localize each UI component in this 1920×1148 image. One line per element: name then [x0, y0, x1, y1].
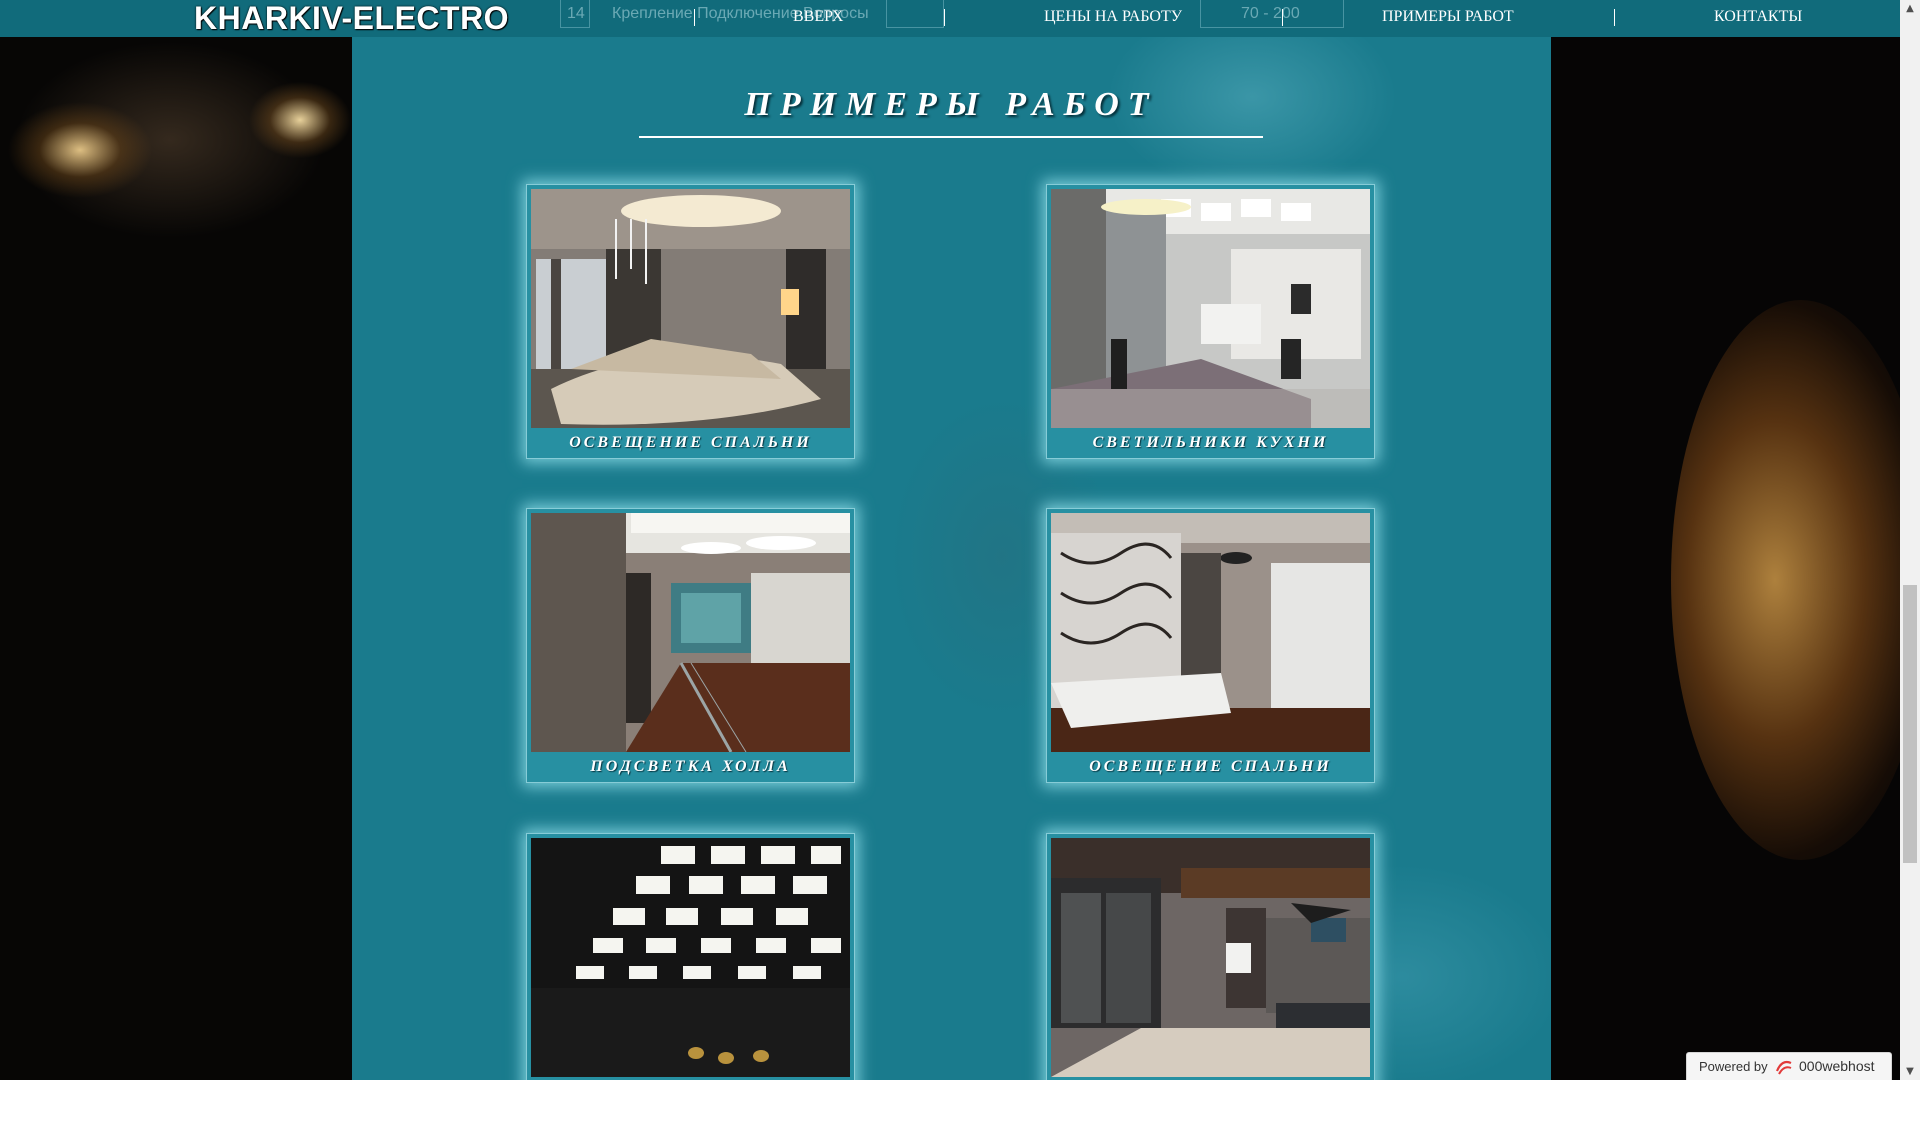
powered-by-text: Powered by — [1699, 1059, 1768, 1074]
scroll-down-arrow-icon[interactable]: ▼ — [1900, 1063, 1920, 1080]
gallery-caption: ПОДСВЕТКА ХОЛЛА — [590, 758, 791, 775]
gallery-card[interactable]: ПОДСВЕТКА ХОЛЛА — [526, 508, 855, 783]
title-underline — [639, 136, 1263, 138]
nav-link-top[interactable]: ВВЕРХ — [793, 0, 843, 37]
nav-link-portfolio[interactable]: ПРИМЕРЫ РАБОТ — [1382, 0, 1514, 37]
gallery-caption: ОСВЕЩЕНИЕ СПАЛЬНИ — [1089, 758, 1332, 775]
vertical-scrollbar[interactable]: ▲ ▼ — [1900, 0, 1920, 1080]
gallery-photo[interactable] — [1051, 513, 1370, 752]
background-left-lights — [0, 0, 352, 1080]
gallery-caption: СВЕТИЛЬНИКИ КУХНИ — [1092, 434, 1329, 451]
scroll-up-arrow-icon[interactable]: ▲ — [1900, 0, 1920, 17]
gallery-card[interactable]: ОСВЕЩЕНИЕ СПАЛЬНИ — [526, 184, 855, 459]
gallery-caption: ОСВЕЩЕНИЕ СПАЛЬНИ — [569, 434, 812, 451]
site-logo[interactable]: KHARKIV-ELECTRO — [194, 0, 509, 37]
ghost-row-number: 14 — [567, 5, 585, 22]
gallery-photo[interactable] — [531, 513, 850, 752]
nav-separator — [944, 9, 945, 26]
gallery-photo[interactable] — [1051, 189, 1370, 428]
gallery-card[interactable]: ОСВЕЩЕНИЕ СПАЛЬНИ — [1046, 508, 1375, 783]
ghost-price: 70 - 200 — [1241, 5, 1300, 22]
gallery-card[interactable] — [526, 833, 855, 1080]
gallery-card[interactable]: СВЕТИЛЬНИКИ КУХНИ — [1046, 184, 1375, 459]
top-navbar: KHARKIV-ELECTRO 14 Крепление Подключение… — [0, 0, 1900, 37]
background-right-lamp — [1551, 0, 1900, 1080]
viewport: KHARKIV-ELECTRO 14 Крепление Подключение… — [0, 0, 1900, 1080]
ghost-table-cell — [886, 0, 944, 28]
gallery-card[interactable] — [1046, 833, 1375, 1080]
nav-separator — [1614, 9, 1615, 26]
gallery-photo[interactable] — [1051, 838, 1370, 1077]
powered-by-badge[interactable]: Powered by 000webhost — [1686, 1052, 1892, 1080]
nav-link-contacts[interactable]: КОНТАКТЫ — [1714, 0, 1802, 37]
nav-separator — [1282, 9, 1283, 26]
gallery-photo[interactable] — [531, 189, 850, 428]
page-title: ПРИМЕРЫ РАБОТ — [744, 86, 1158, 123]
nav-separator — [694, 9, 695, 26]
powered-by-brand: 000webhost — [1799, 1058, 1875, 1074]
webhost-logo-icon — [1775, 1060, 1792, 1075]
scrollbar-thumb[interactable] — [1903, 585, 1917, 863]
gallery-photo[interactable] — [531, 838, 850, 1077]
nav-link-prices[interactable]: ЦЕНЫ НА РАБОТУ — [1044, 0, 1182, 37]
